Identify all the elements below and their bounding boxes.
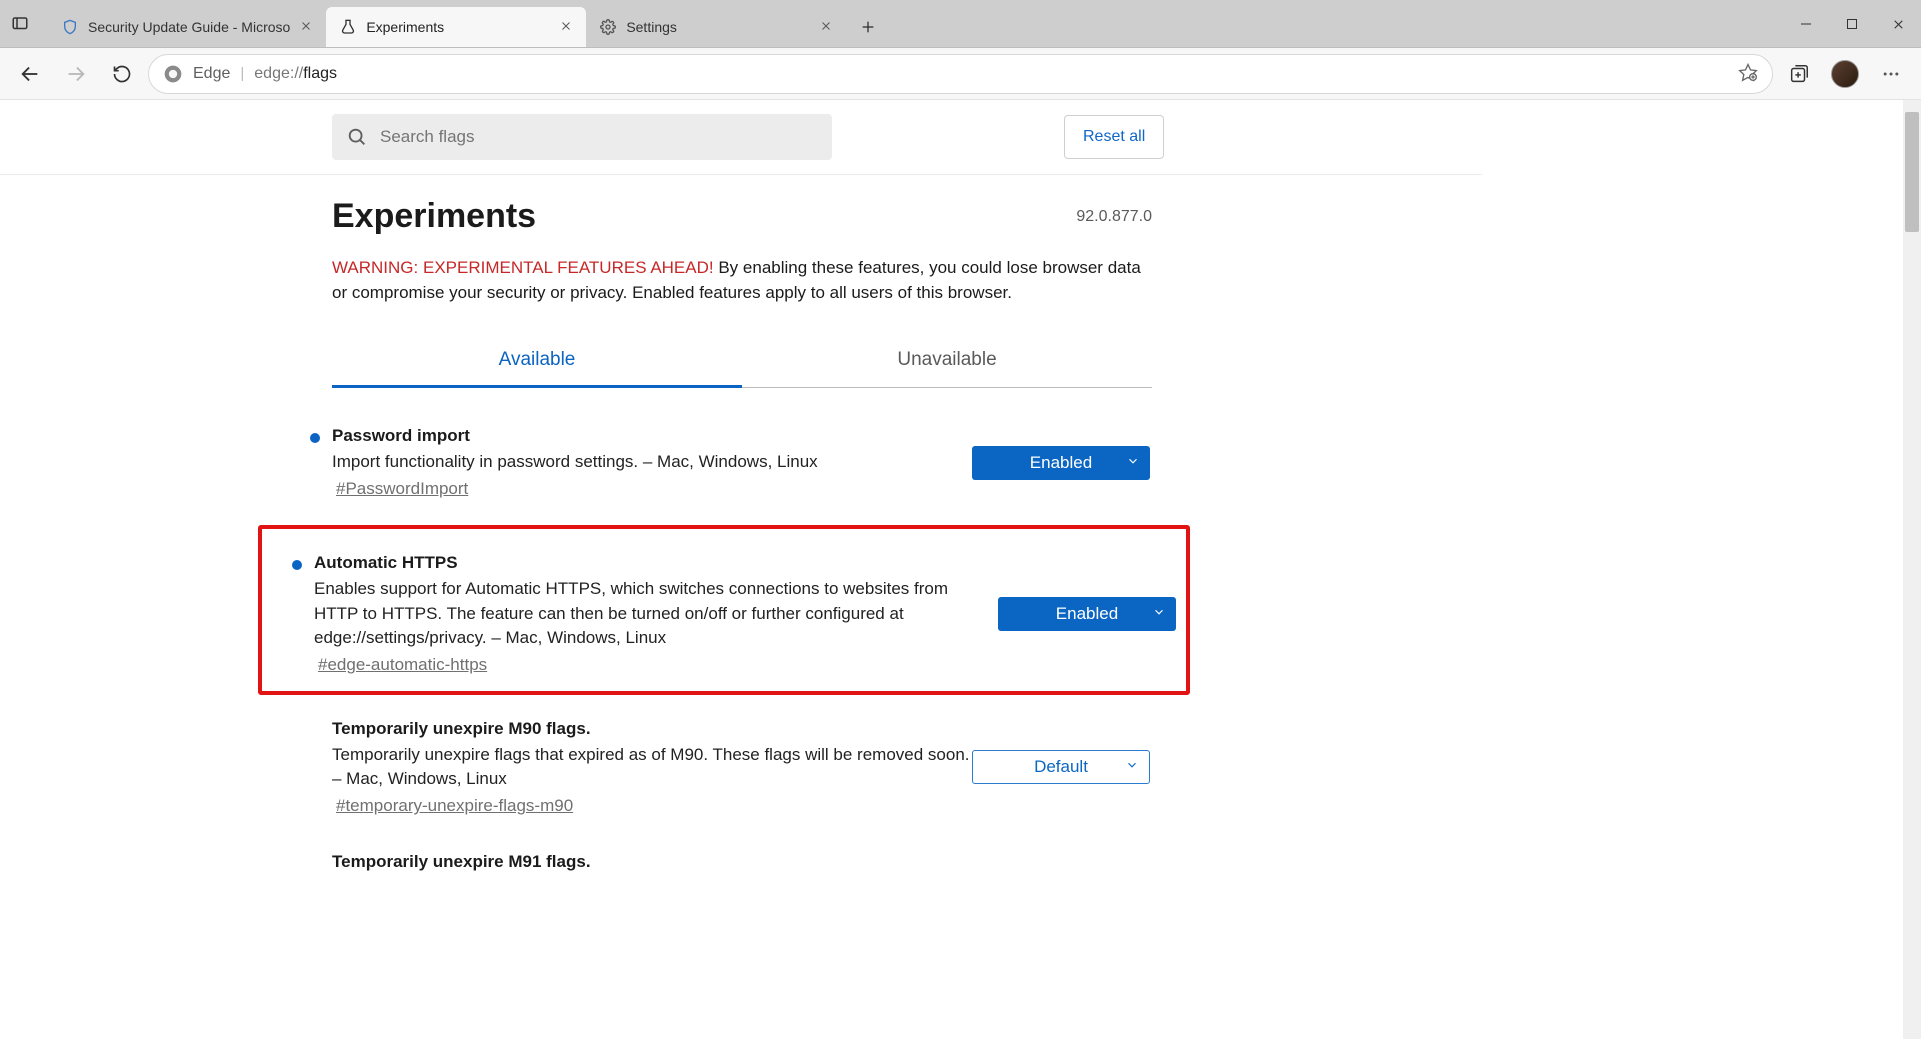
shield-icon <box>62 19 78 35</box>
filter-tabs: Available Unavailable <box>332 335 1152 388</box>
forward-button[interactable] <box>56 54 96 94</box>
chevron-down-icon <box>1125 757 1139 777</box>
flask-icon <box>340 19 356 35</box>
favorite-icon[interactable] <box>1738 62 1758 86</box>
chevron-down-icon <box>1126 453 1140 473</box>
search-flags-input[interactable] <box>332 114 832 160</box>
tab-title: Security Update Guide - Microso <box>88 19 290 35</box>
page-title: Experiments <box>332 197 1152 236</box>
reload-button[interactable] <box>102 54 142 94</box>
scrollbar-thumb[interactable] <box>1905 112 1919 232</box>
flag-description: Temporarily unexpire flags that expired … <box>332 743 972 792</box>
flag-unexpire-m91: Temporarily unexpire M91 flags. <box>310 842 1150 872</box>
profile-avatar[interactable] <box>1825 54 1865 94</box>
close-icon[interactable] <box>560 19 572 36</box>
search-icon <box>346 126 368 148</box>
modified-dot-icon <box>292 560 302 570</box>
flag-title: Temporarily unexpire M90 flags. <box>332 719 972 739</box>
tab-title: Experiments <box>366 19 550 35</box>
tab-unavailable[interactable]: Unavailable <box>742 335 1152 387</box>
window-controls <box>1783 0 1921 48</box>
address-bar[interactable]: Edge | edge://flags <box>148 54 1773 94</box>
more-menu-icon[interactable] <box>1871 54 1911 94</box>
new-tab-button[interactable] <box>852 19 884 35</box>
tab-available[interactable]: Available <box>332 335 742 388</box>
vertical-scrollbar[interactable] <box>1903 100 1921 1039</box>
search-row: Reset all <box>0 100 1482 175</box>
maximize-button[interactable] <box>1829 0 1875 48</box>
flag-title: Automatic HTTPS <box>314 553 954 573</box>
flag-description: Import functionality in password setting… <box>332 450 972 475</box>
flag-unexpire-m90: Temporarily unexpire M90 flags. Temporar… <box>310 709 1150 842</box>
version-label: 92.0.877.0 <box>1076 208 1152 226</box>
flag-state-select[interactable]: Enabled <box>998 597 1176 631</box>
minimize-button[interactable] <box>1783 0 1829 48</box>
tab-title: Settings <box>626 19 810 35</box>
address-source-label: Edge <box>193 65 230 83</box>
warning-text: WARNING: EXPERIMENTAL FEATURES AHEAD! By… <box>332 256 1152 305</box>
back-button[interactable] <box>10 54 50 94</box>
tab-strip: Security Update Guide - Microso Experime… <box>40 0 884 47</box>
address-url: edge://flags <box>254 65 337 83</box>
flag-title: Temporarily unexpire M91 flags. <box>332 852 972 872</box>
flag-password-import: Password import Import functionality in … <box>310 416 1150 525</box>
flag-description: Enables support for Automatic HTTPS, whi… <box>314 577 954 651</box>
collections-icon[interactable] <box>1779 54 1819 94</box>
close-icon[interactable] <box>820 19 832 36</box>
tab-actions-icon[interactable] <box>0 0 40 47</box>
flag-title: Password import <box>332 426 972 446</box>
gear-icon <box>600 19 616 35</box>
edge-logo-icon <box>163 64 183 84</box>
page-viewport: Reset all Experiments 92.0.877.0 WARNING… <box>0 100 1921 1039</box>
toolbar: Edge | edge://flags <box>0 48 1921 100</box>
flag-state-select[interactable]: Enabled <box>972 446 1150 480</box>
reset-all-button[interactable]: Reset all <box>1064 115 1164 159</box>
tab-experiments[interactable]: Experiments <box>326 7 586 47</box>
chevron-down-icon <box>1152 604 1166 624</box>
tab-settings[interactable]: Settings <box>586 7 846 47</box>
search-input[interactable] <box>380 127 818 147</box>
flag-automatic-https: Automatic HTTPS Enables support for Auto… <box>292 543 1176 681</box>
flag-anchor-link[interactable]: #temporary-unexpire-flags-m90 <box>336 796 573 816</box>
highlight-annotation: Automatic HTTPS Enables support for Auto… <box>258 525 1190 695</box>
flag-state-select[interactable]: Default <box>972 750 1150 784</box>
window-titlebar: Security Update Guide - Microso Experime… <box>0 0 1921 48</box>
flag-anchor-link[interactable]: #PasswordImport <box>336 479 468 499</box>
flag-anchor-link[interactable]: #edge-automatic-https <box>318 655 487 675</box>
close-window-button[interactable] <box>1875 0 1921 48</box>
close-icon[interactable] <box>300 19 312 36</box>
modified-dot-icon <box>310 433 320 443</box>
flag-list: Password import Import functionality in … <box>310 416 1150 872</box>
tab-security-guide[interactable]: Security Update Guide - Microso <box>48 7 326 47</box>
